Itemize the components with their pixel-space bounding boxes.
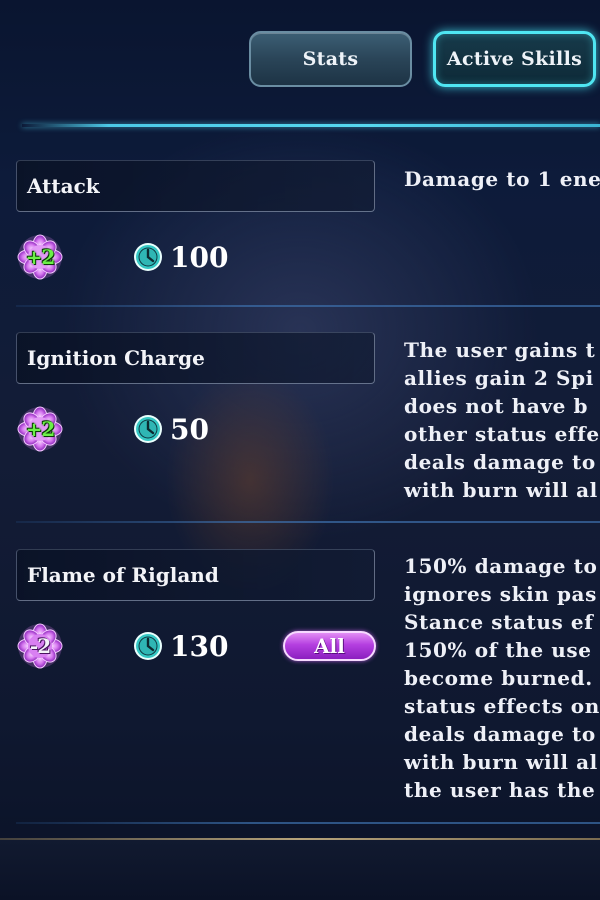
description-line: become burned. [404,666,593,690]
skill-name-attack: Attack [16,160,375,212]
clock-icon [134,632,162,660]
spirit-cost-value: -2 [29,634,51,658]
skill-description: 150% damage to ignores skin pas Stance s… [404,552,600,804]
skill-description: The user gains t allies gain 2 Spi does … [404,336,600,504]
skill-divider [16,822,600,824]
skill-divider [16,521,600,523]
description-line: ignores skin pas [404,582,597,606]
description-line: other status effe [404,422,600,446]
spirit-cost-badge: -2 [17,623,63,669]
description-line: the user has the [404,778,596,802]
target-badge: All [283,631,376,661]
skill-name-label: Attack [27,174,100,198]
description-line: 150% damage to [404,554,598,578]
header-divider [22,124,600,127]
footer-bar [0,840,600,900]
description-line: Stance status ef [404,610,594,634]
skill-description: Damage to 1 ene [404,165,600,193]
clock-icon [134,415,162,443]
description-line: allies gain 2 Spi [404,366,594,390]
spirit-cost-value: +2 [25,417,56,441]
description-line: with burn will al [404,750,598,774]
skill-name-label: Ignition Charge [27,346,205,370]
cooldown-value: 100 [170,241,229,274]
description-line: Damage to 1 ene [404,167,600,191]
tab-active-skills[interactable]: Active Skills [433,31,596,87]
spirit-cost-value: +2 [25,245,56,269]
spirit-cost-badge: +2 [17,406,63,452]
description-line: with burn will al [404,478,598,502]
description-line: deals damage to [404,722,596,746]
description-line: 150% of the use [404,638,592,662]
description-line: deals damage to [404,450,596,474]
skill-divider [16,305,600,307]
tab-stats[interactable]: Stats [249,31,412,87]
skill-name-ignition-charge: Ignition Charge [16,332,375,384]
description-line: The user gains t [404,338,596,362]
description-line: status effects on [404,694,600,718]
skill-name-flame-of-rigland: Flame of Rigland [16,549,375,601]
description-line: does not have b [404,394,589,418]
skill-name-label: Flame of Rigland [27,563,219,587]
clock-icon [134,243,162,271]
cooldown-value: 50 [170,413,209,446]
spirit-cost-badge: +2 [17,234,63,280]
cooldown-value: 130 [170,630,229,663]
